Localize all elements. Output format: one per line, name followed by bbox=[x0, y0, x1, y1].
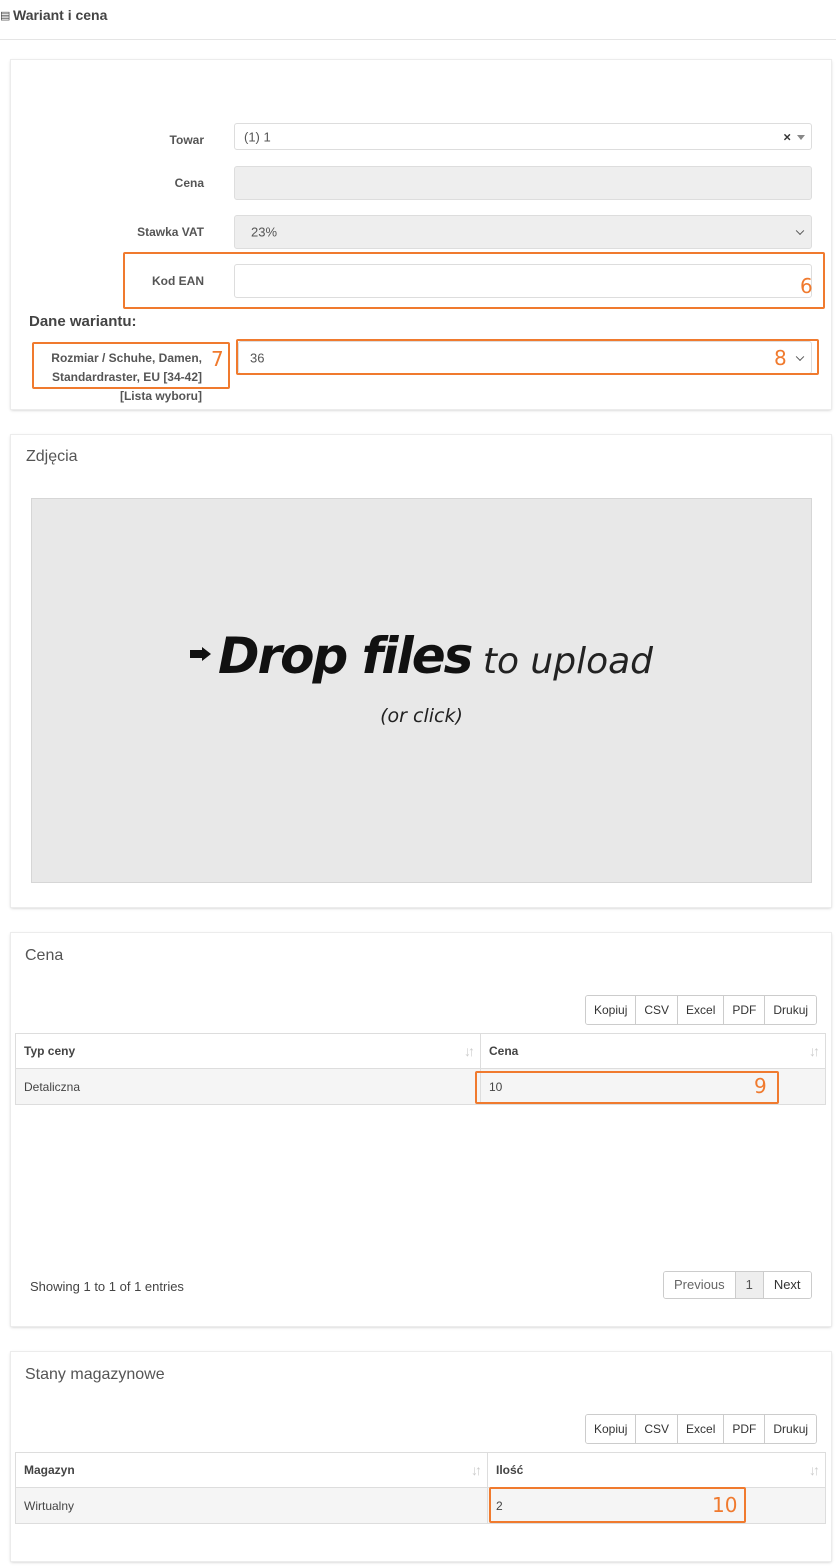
price-export-buttons: Kopiuj CSV Excel PDF Drukuj bbox=[585, 995, 818, 1025]
variant-data-heading: Dane wariantu: bbox=[29, 313, 137, 330]
price-title: Cena bbox=[25, 947, 64, 964]
sort-icon: ↓↑ bbox=[809, 1462, 820, 1478]
price-panel: Cena Kopiuj CSV Excel PDF Drukuj Typ cen… bbox=[11, 933, 831, 1326]
sort-icon: ↓↑ bbox=[471, 1462, 482, 1478]
stock-title: Stany magazynowe bbox=[25, 1366, 165, 1383]
csv-button[interactable]: CSV bbox=[636, 1415, 679, 1443]
column-header-typ-ceny[interactable]: Typ ceny ↓↑ bbox=[15, 1033, 481, 1069]
dropzone[interactable]: Drop files to upload (or click) bbox=[31, 498, 812, 883]
copy-button[interactable]: Kopiuj bbox=[586, 996, 637, 1024]
annotation-8-box bbox=[236, 339, 819, 375]
table-header-row: Typ ceny ↓↑ Cena ↓↑ bbox=[15, 1033, 826, 1069]
photos-title: Zdjęcia bbox=[26, 448, 78, 465]
page-1-button[interactable]: 1 bbox=[735, 1272, 764, 1298]
column-header-magazyn[interactable]: Magazyn ↓↑ bbox=[15, 1452, 488, 1488]
cell-price-type: Detaliczna bbox=[15, 1068, 481, 1105]
annotation-8: 8 bbox=[774, 346, 787, 370]
cena-label: Cena bbox=[174, 176, 204, 190]
annotation-9: 9 bbox=[754, 1074, 767, 1098]
stock-panel: Stany magazynowe Kopiuj CSV Excel PDF Dr… bbox=[11, 1352, 831, 1561]
vat-label: Stawka VAT bbox=[137, 225, 204, 239]
excel-button[interactable]: Excel bbox=[678, 996, 725, 1024]
towar-value: (1) 1 bbox=[244, 129, 271, 144]
or-click-text: (or click) bbox=[380, 705, 463, 727]
rozmiar-label-line3: [Lista wyboru] bbox=[119, 389, 202, 403]
pagination: Previous 1 Next bbox=[663, 1271, 812, 1299]
print-button[interactable]: Drukuj bbox=[765, 1415, 817, 1443]
annotation-7-box bbox=[32, 342, 230, 389]
list-icon: ▤ bbox=[0, 10, 11, 22]
annotation-6: 6 bbox=[800, 274, 813, 298]
annotation-6-box bbox=[123, 252, 825, 309]
print-button[interactable]: Drukuj bbox=[765, 996, 817, 1024]
arrow-right-icon bbox=[189, 647, 212, 661]
annotation-10-box bbox=[489, 1487, 746, 1523]
variant-form-panel: Towar (1) 1 × Cena Stawka VAT 23% Kod EA… bbox=[11, 60, 831, 409]
column-header-cena[interactable]: Cena ↓↑ bbox=[480, 1033, 826, 1069]
stock-export-buttons: Kopiuj CSV Excel PDF Drukuj bbox=[585, 1414, 818, 1444]
copy-button[interactable]: Kopiuj bbox=[586, 1415, 637, 1443]
pdf-button[interactable]: PDF bbox=[724, 996, 766, 1024]
previous-button[interactable]: Previous bbox=[664, 1272, 736, 1298]
clear-icon[interactable]: × bbox=[783, 129, 791, 144]
chevron-down-icon bbox=[795, 226, 805, 236]
page-header: ▤ Wariant i cena bbox=[0, 0, 836, 40]
pdf-button[interactable]: PDF bbox=[724, 1415, 766, 1443]
dropdown-arrow-icon bbox=[797, 134, 805, 140]
cell-warehouse: Wirtualny bbox=[15, 1487, 488, 1524]
annotation-10: 10 bbox=[712, 1493, 738, 1517]
towar-select[interactable]: (1) 1 × bbox=[234, 123, 812, 150]
annotation-9-box bbox=[475, 1071, 779, 1104]
table-info: Showing 1 to 1 of 1 entries bbox=[30, 1279, 184, 1294]
column-header-ilosc[interactable]: Ilość ↓↑ bbox=[487, 1452, 826, 1488]
vat-value: 23% bbox=[251, 224, 278, 240]
drop-files-text: Drop files bbox=[217, 627, 473, 685]
next-button[interactable]: Next bbox=[763, 1272, 811, 1298]
table-header-row: Magazyn ↓↑ Ilość ↓↑ bbox=[15, 1452, 826, 1488]
csv-button[interactable]: CSV bbox=[636, 996, 679, 1024]
excel-button[interactable]: Excel bbox=[678, 1415, 725, 1443]
page-title: Wariant i cena bbox=[13, 7, 108, 23]
towar-label: Towar bbox=[169, 133, 204, 147]
cena-field[interactable] bbox=[234, 166, 812, 200]
vat-select[interactable]: 23% bbox=[234, 215, 812, 249]
to-upload-text: to upload bbox=[471, 641, 654, 682]
annotation-7: 7 bbox=[211, 347, 224, 371]
dropzone-message: Drop files to upload bbox=[32, 627, 811, 685]
sort-icon: ↓↑ bbox=[809, 1043, 820, 1059]
photos-panel: Zdjęcia Drop files to upload (or click) bbox=[11, 435, 831, 907]
sort-icon: ↓↑ bbox=[464, 1043, 475, 1059]
